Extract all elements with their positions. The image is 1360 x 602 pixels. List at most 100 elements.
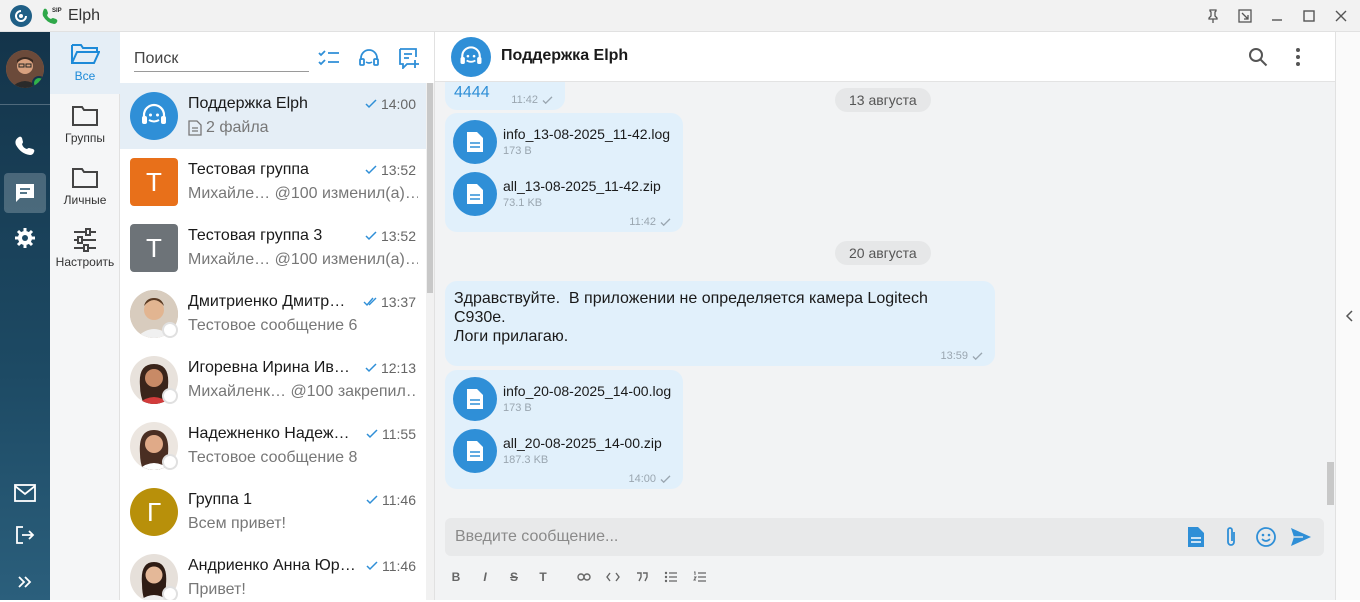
presence-icon: [162, 586, 178, 600]
file-name[interactable]: info_13-08-2025_11-42.log: [503, 126, 670, 142]
chat-time: 11:46: [366, 558, 416, 574]
file-attachment[interactable]: info_20-08-2025_14-00.log 173 B: [453, 377, 683, 425]
message-scrollbar[interactable]: [1325, 82, 1335, 505]
phone-icon[interactable]: [4, 126, 46, 166]
chat-list-item[interactable]: Надежненко Надеж… 11:55 Тестовое сообщен…: [120, 413, 426, 479]
file-name[interactable]: info_20-08-2025_14-00.log: [503, 383, 671, 399]
chat-list-item[interactable]: Т Тестовая группа 13:52 Михайле… @100 из…: [120, 149, 426, 215]
files-message-bubble[interactable]: info_20-08-2025_14-00.log 173 B all_20-0…: [445, 370, 683, 489]
chat-preview: 2 файла: [188, 119, 418, 137]
document-icon[interactable]: [453, 429, 497, 473]
group-avatar: Т: [130, 224, 178, 272]
folder-groups[interactable]: Группы: [50, 104, 120, 145]
chat-time-text: 14:00: [380, 96, 416, 112]
chat-list-item[interactable]: Дмитриенко Дмитр… 13:37 Тестовое сообщен…: [120, 281, 426, 347]
rail-divider: [0, 104, 50, 105]
document-icon[interactable]: [453, 377, 497, 421]
new-chat-icon[interactable]: [396, 45, 422, 71]
minimize-icon[interactable]: [1268, 7, 1286, 25]
message-input[interactable]: [455, 518, 1155, 556]
chat-icon[interactable]: [4, 173, 46, 213]
file-attachment[interactable]: all_13-08-2025_11-42.zip 73.1 KB: [453, 172, 683, 220]
select-chats-icon[interactable]: [316, 45, 342, 71]
support-headset-icon[interactable]: [356, 45, 382, 71]
quote-icon[interactable]: [631, 567, 653, 587]
search-input[interactable]: [134, 46, 309, 72]
close-icon[interactable]: [1332, 7, 1350, 25]
folder-customize[interactable]: Настроить: [50, 228, 120, 269]
file-attachment[interactable]: all_20-08-2025_14-00.zip 187.3 KB: [453, 429, 683, 477]
gear-icon[interactable]: [4, 218, 46, 258]
chat-time-text: 13:52: [380, 228, 416, 244]
link-icon[interactable]: [573, 567, 595, 587]
chat-list-item[interactable]: Андриенко Анна Юр… 11:46 Привет!: [120, 545, 426, 600]
double-check-icon: [363, 297, 377, 307]
bullet-list-icon[interactable]: [660, 567, 682, 587]
document-icon[interactable]: [453, 120, 497, 164]
chat-time: 14:00: [365, 96, 416, 112]
chat-time-text: 12:13: [380, 360, 416, 376]
scrollbar-thumb[interactable]: [427, 83, 433, 293]
italic-icon[interactable]: I: [474, 567, 496, 587]
paperclip-icon[interactable]: [1219, 525, 1243, 549]
files-message-bubble[interactable]: info_13-08-2025_11-42.log 173 B all_13-0…: [445, 113, 683, 232]
maximize-icon[interactable]: [1300, 7, 1318, 25]
chat-time-text: 13:37: [380, 294, 416, 310]
message-text: Здравствуйте. В приложении не определяет…: [454, 289, 974, 346]
chat-time: 13:37: [363, 294, 416, 310]
scrollbar-thumb[interactable]: [1327, 462, 1334, 505]
file-name[interactable]: all_20-08-2025_14-00.zip: [503, 435, 662, 451]
chat-list-pane: Поддержка Elph 14:00 2 файла Т Тестовая …: [120, 32, 435, 600]
chevron-left-icon[interactable]: [1342, 306, 1356, 326]
folder-column: Все Группы Личные Настроить: [50, 32, 120, 600]
folder-label: Личные: [63, 193, 107, 207]
strikethrough-icon[interactable]: S: [503, 567, 525, 587]
chat-list-item[interactable]: Поддержка Elph 14:00 2 файла: [120, 83, 426, 149]
chat-list-scrollbar[interactable]: [426, 83, 434, 600]
presence-icon: [162, 388, 178, 404]
chat-list-item[interactable]: Игоревна Ирина Ив… 12:13 Михайленк… @100…: [120, 347, 426, 413]
window-title: Elph: [68, 6, 101, 24]
compact-mode-icon[interactable]: [1236, 7, 1254, 25]
search-icon[interactable]: [1246, 45, 1270, 69]
chat-name: Дмитриенко Дмитр…: [188, 293, 346, 310]
bold-icon[interactable]: B: [445, 567, 467, 587]
user-avatar[interactable]: [6, 50, 44, 88]
emoji-icon[interactable]: [1254, 525, 1278, 549]
folder-all[interactable]: Все: [50, 32, 120, 94]
chat-title[interactable]: Поддержка Elph: [501, 47, 628, 65]
folder-open-icon: [71, 44, 100, 64]
file-attachment[interactable]: info_13-08-2025_11-42.log 173 B: [453, 120, 683, 168]
message-bubble[interactable]: 4444 11:42: [445, 82, 565, 110]
mail-icon[interactable]: [4, 473, 46, 513]
file-name[interactable]: all_13-08-2025_11-42.zip: [503, 178, 661, 194]
send-icon[interactable]: [1289, 525, 1313, 549]
document-attach-icon[interactable]: [1184, 525, 1208, 549]
message-bubble[interactable]: Здравствуйте. В приложении не определяет…: [445, 281, 995, 366]
folder-personal[interactable]: Личные: [50, 166, 120, 207]
expand-rail-icon[interactable]: [4, 562, 46, 602]
chat-list-item[interactable]: Г Группа 1 11:46 Всем привет!: [120, 479, 426, 545]
text-style-icon[interactable]: T: [532, 567, 554, 587]
chat-list-item[interactable]: Т Тестовая группа 3 13:52 Михайле… @100 …: [120, 215, 426, 281]
message-time-text: 13:59: [940, 350, 968, 362]
chat-preview: Привет!: [188, 581, 246, 598]
chat-name: Поддержка Elph: [188, 95, 308, 112]
support-avatar[interactable]: [451, 37, 491, 77]
pin-icon[interactable]: [1204, 7, 1222, 25]
date-separator: 13 августа: [835, 88, 931, 112]
code-icon[interactable]: [602, 567, 624, 587]
check-icon: [365, 231, 377, 241]
message-line: Здравствуйте. В приложении не определяет…: [454, 290, 928, 307]
check-icon: [365, 165, 377, 175]
check-icon: [366, 429, 378, 439]
numbered-list-icon[interactable]: [689, 567, 711, 587]
message-time: 11:42: [629, 216, 671, 228]
message-time: 14:00: [628, 473, 671, 485]
logout-icon[interactable]: [4, 515, 46, 555]
nav-rail: [0, 32, 50, 600]
more-menu-icon[interactable]: [1286, 45, 1310, 69]
chat-preview: Тестовое сообщение 6: [188, 317, 358, 334]
document-icon[interactable]: [453, 172, 497, 216]
message-time: 11:42: [511, 94, 553, 106]
